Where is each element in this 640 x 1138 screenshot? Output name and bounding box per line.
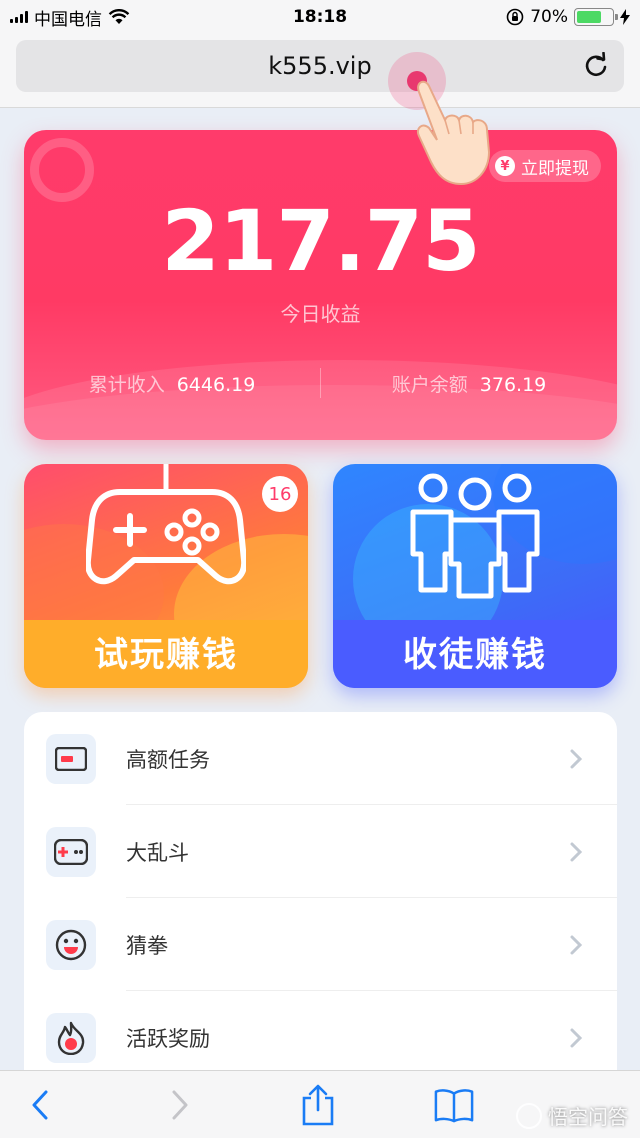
withdraw-label: 立即提现 [521, 158, 589, 179]
address-bar[interactable]: k555.vip [16, 40, 624, 92]
gamepad-small-icon [46, 826, 96, 877]
balance-label: 账户余额 [391, 373, 468, 396]
forward-icon [172, 1090, 188, 1120]
battery-percent: 70% [530, 7, 568, 27]
yen-icon: ¥ [495, 156, 515, 176]
withdraw-button[interactable]: ¥ 立即提现 [489, 150, 601, 182]
list-item-high-reward-tasks[interactable]: 高额任务 [24, 712, 617, 805]
gamepad-icon [86, 464, 246, 585]
play-tile-label: 试玩赚钱 [94, 635, 238, 675]
chevron-right-icon [570, 749, 583, 768]
chevron-right-icon [570, 1028, 583, 1047]
bookmarks-icon [434, 1089, 474, 1123]
earnings-stats: 累计收入 6446.19 账户余额 376.19 [24, 368, 617, 398]
watermark-text: 悟空问答 [548, 1105, 628, 1129]
people-icon [410, 473, 540, 599]
chevron-right-icon [570, 935, 583, 954]
balance-stat: 账户余额 376.19 [321, 370, 617, 397]
status-left: 中国电信 [10, 5, 130, 30]
card-icon [46, 733, 96, 784]
url-text: k555.vip [268, 52, 372, 80]
flame-icon [46, 1012, 96, 1063]
share-button[interactable] [298, 1084, 338, 1126]
share-icon [302, 1084, 334, 1126]
list-item-brawl[interactable]: 大乱斗 [24, 805, 617, 898]
list-item-label: 活跃奖励 [126, 1026, 210, 1051]
bookmarks-button[interactable] [434, 1085, 474, 1125]
watermark: 悟空问答 [516, 1101, 628, 1130]
carrier-name: 中国电信 [34, 9, 102, 30]
browser-top-bar: k555.vip [0, 34, 640, 108]
play-to-earn-tile[interactable]: 16 试玩赚钱 [24, 464, 308, 688]
charging-icon [620, 9, 630, 25]
wifi-icon [108, 9, 130, 24]
balance-value: 376.19 [479, 373, 547, 396]
reload-icon[interactable] [582, 52, 610, 80]
today-earnings-amount: 217.75 [161, 192, 480, 290]
total-income-value: 6446.19 [176, 373, 256, 396]
recruit-to-earn-tile[interactable]: 收徒赚钱 [333, 464, 617, 688]
menu-list: 高额任务 大乱斗 猜拳 活跃奖励 [24, 712, 617, 1072]
recruit-tile-label: 收徒赚钱 [403, 635, 547, 675]
pointing-hand-icon [417, 80, 491, 186]
status-right: 70% [506, 7, 630, 27]
list-item-label: 猜拳 [126, 933, 168, 958]
back-icon [32, 1090, 48, 1120]
today-earnings-label: 今日收益 [280, 302, 361, 326]
signal-icon [10, 11, 28, 23]
earnings-card: ¥ 立即提现 217.75 今日收益 累计收入 6446.19 账户余额 376… [24, 130, 617, 440]
smile-icon [46, 919, 96, 970]
play-badge-count: 16 [262, 476, 298, 512]
list-item-label: 高额任务 [126, 747, 210, 772]
chevron-right-icon [570, 842, 583, 861]
total-income-label: 累计收入 [88, 373, 165, 396]
list-item-label: 大乱斗 [126, 840, 189, 865]
total-income-stat: 累计收入 6446.19 [24, 370, 320, 397]
watermark-logo-icon [516, 1102, 542, 1129]
status-bar: 中国电信 18:18 70% [0, 0, 640, 34]
forward-button[interactable] [160, 1085, 200, 1125]
list-item-rock-paper-scissors[interactable]: 猜拳 [24, 898, 617, 991]
battery-icon [574, 8, 618, 26]
orientation-lock-icon [506, 8, 524, 26]
back-button[interactable] [20, 1085, 60, 1125]
